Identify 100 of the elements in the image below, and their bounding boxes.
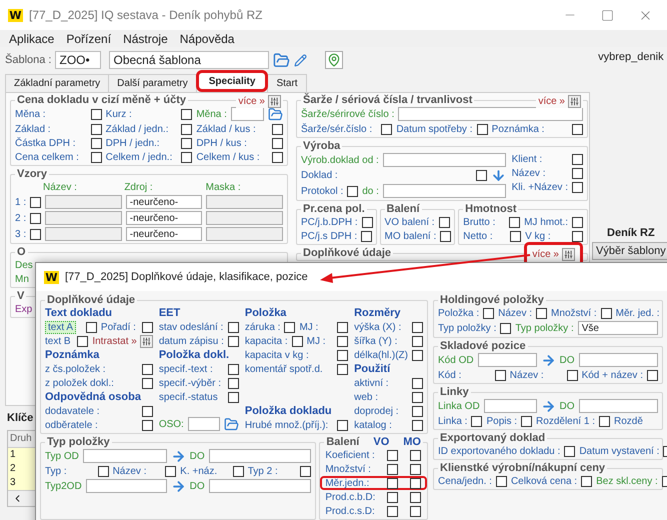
more-link[interactable]: Intrastat »: [92, 334, 153, 348]
checkbox[interactable]: [142, 420, 153, 430]
location-button[interactable]: [325, 51, 344, 69]
checkbox[interactable]: [30, 212, 42, 224]
checkbox[interactable]: [90, 138, 102, 148]
maximize-icon[interactable]: [601, 8, 614, 22]
tab[interactable]: Start: [267, 74, 307, 92]
checkbox[interactable]: [521, 416, 532, 426]
checkbox[interactable]: [90, 108, 102, 120]
checkbox[interactable]: [387, 478, 398, 488]
template-name-field[interactable]: Obecná šablona: [109, 51, 270, 69]
checkbox[interactable]: [410, 478, 422, 488]
checkbox[interactable]: [410, 464, 422, 474]
checkbox[interactable]: [181, 138, 192, 148]
checkbox[interactable]: [30, 228, 42, 240]
checkbox[interactable]: [476, 124, 488, 134]
checkbox[interactable]: [228, 378, 239, 388]
more-link[interactable]: více »: [236, 95, 283, 108]
text-field[interactable]: [484, 399, 536, 413]
more-link[interactable]: více »: [536, 95, 583, 108]
checkbox[interactable]: [476, 170, 487, 181]
text-field[interactable]: -neurčeno-: [126, 227, 202, 241]
checkbox[interactable]: [337, 350, 348, 360]
checkbox[interactable]: [600, 308, 612, 318]
text-field[interactable]: -neurčeno-: [126, 195, 202, 209]
text-field[interactable]: [398, 107, 583, 121]
text-field[interactable]: -neurčeno-: [126, 211, 202, 225]
checkbox[interactable]: [510, 230, 522, 242]
checkbox[interactable]: [165, 466, 176, 476]
checkbox[interactable]: [181, 152, 192, 162]
template-code-field[interactable]: ZOO•: [55, 51, 102, 69]
menu-item[interactable]: Pořízení: [66, 32, 112, 46]
text-field[interactable]: [230, 107, 264, 121]
checkbox[interactable]: [536, 308, 548, 318]
checkbox[interactable]: [572, 124, 583, 134]
text-field[interactable]: [208, 479, 312, 493]
checkbox[interactable]: [272, 152, 283, 162]
checkbox[interactable]: [496, 476, 507, 486]
checkbox[interactable]: [300, 466, 312, 476]
checkbox[interactable]: [337, 364, 348, 374]
checkbox[interactable]: [337, 336, 348, 346]
checkbox[interactable]: [500, 322, 512, 334]
checkbox[interactable]: [337, 420, 348, 430]
checkbox[interactable]: [86, 322, 97, 332]
checkbox[interactable]: [381, 124, 392, 134]
checkbox[interactable]: [412, 378, 423, 388]
menu-item[interactable]: Aplikace: [9, 32, 54, 46]
checkbox[interactable]: [494, 370, 506, 380]
checkbox[interactable]: [362, 216, 373, 228]
checkbox[interactable]: [181, 108, 192, 120]
checkbox[interactable]: [387, 506, 398, 516]
folder-icon[interactable]: [268, 106, 283, 122]
checkbox[interactable]: [272, 124, 283, 134]
folder-icon[interactable]: [273, 52, 290, 68]
checkbox[interactable]: [572, 216, 583, 228]
checkbox[interactable]: [410, 450, 422, 460]
text-field[interactable]: [382, 184, 506, 198]
checkbox[interactable]: [471, 416, 482, 426]
checkbox[interactable]: [142, 406, 153, 416]
checkbox[interactable]: [410, 492, 422, 502]
checkbox[interactable]: [292, 336, 303, 346]
checkbox[interactable]: [581, 476, 592, 486]
checkbox[interactable]: [90, 124, 102, 134]
text-field[interactable]: [578, 399, 658, 413]
checkbox[interactable]: [142, 322, 153, 332]
text-field[interactable]: [578, 353, 658, 367]
checkbox[interactable]: [412, 406, 423, 416]
text-field[interactable]: [382, 153, 506, 167]
checkbox[interactable]: [387, 492, 398, 502]
checkbox[interactable]: [598, 416, 610, 426]
checkbox[interactable]: [284, 322, 296, 332]
checkbox[interactable]: [572, 154, 583, 164]
tab[interactable]: Speciality: [196, 70, 268, 92]
checkbox[interactable]: [228, 364, 239, 374]
menu-item[interactable]: Nástroje: [123, 32, 168, 46]
checkbox[interactable]: [572, 182, 583, 192]
checkbox[interactable]: [566, 370, 578, 380]
checkbox[interactable]: [483, 308, 494, 318]
text-field[interactable]: [86, 479, 167, 493]
text-field[interactable]: [478, 353, 536, 367]
checkbox[interactable]: [90, 152, 102, 162]
checkbox[interactable]: [337, 322, 348, 332]
checkbox[interactable]: [572, 230, 583, 242]
checkbox[interactable]: [440, 230, 452, 242]
pencil-icon[interactable]: [294, 54, 308, 66]
checkbox[interactable]: [228, 322, 239, 332]
checkbox[interactable]: [647, 370, 658, 380]
select-template-button[interactable]: Výběr šablony: [592, 242, 667, 260]
checkbox[interactable]: [361, 230, 372, 242]
checkbox[interactable]: [412, 420, 423, 430]
checkbox[interactable]: [387, 450, 398, 460]
checkbox[interactable]: [410, 506, 422, 516]
checkbox[interactable]: [347, 186, 358, 196]
checkbox[interactable]: [412, 336, 423, 346]
checkbox[interactable]: [387, 464, 398, 474]
text-field[interactable]: [208, 449, 312, 463]
checkbox[interactable]: [572, 168, 583, 178]
text-field[interactable]: Vše: [578, 321, 658, 335]
text-field[interactable]: [188, 417, 220, 431]
checkbox[interactable]: [181, 124, 192, 134]
